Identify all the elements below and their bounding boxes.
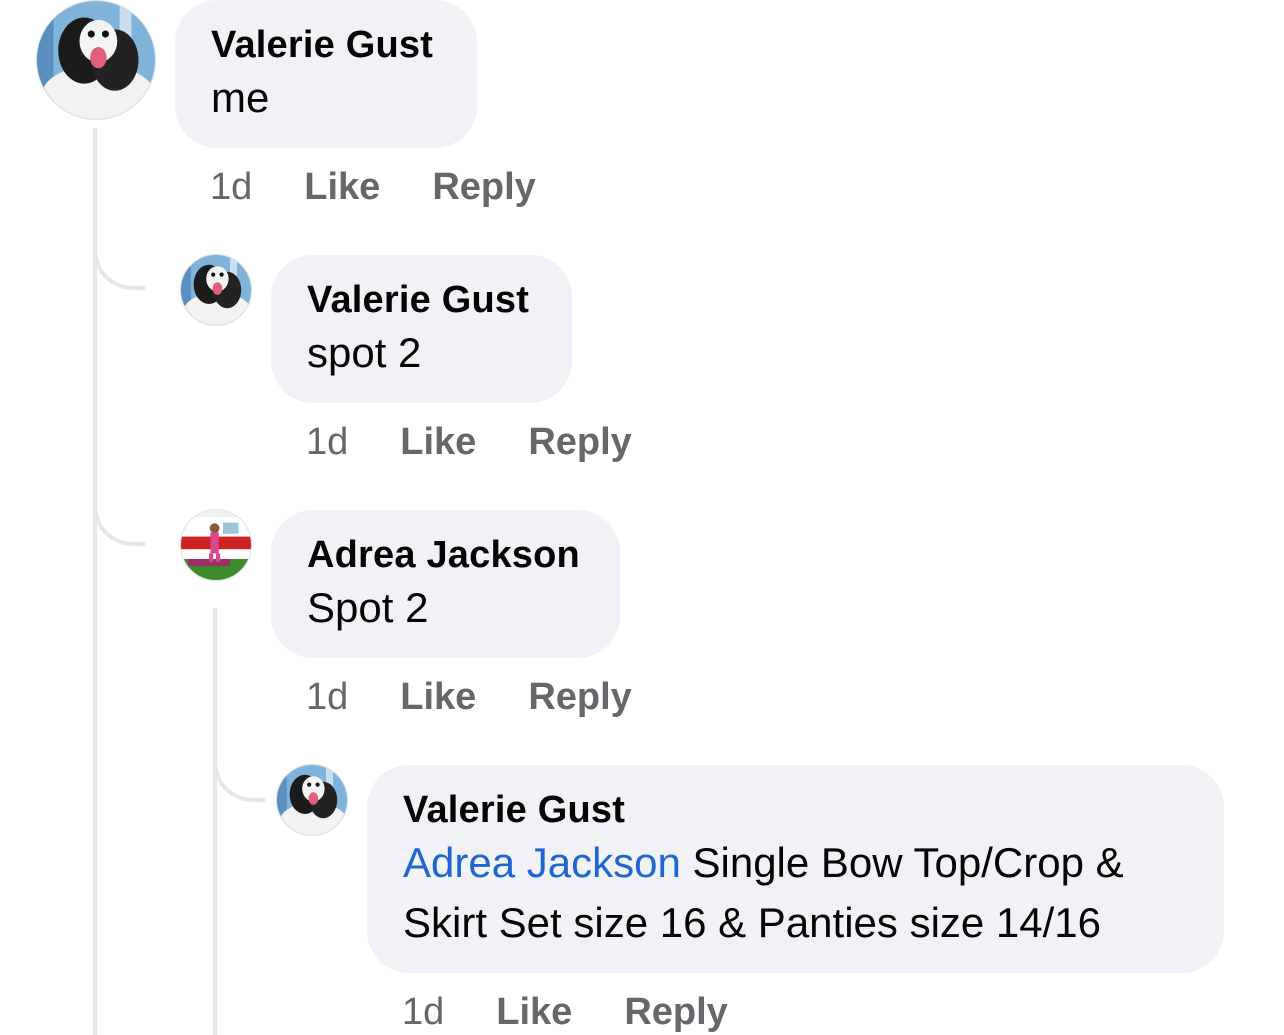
- mention-link[interactable]: Adrea Jackson: [403, 839, 681, 886]
- dog-avatar-icon: [181, 255, 251, 325]
- reply-button[interactable]: Reply: [528, 421, 631, 464]
- dog-avatar-icon: [37, 1, 155, 119]
- thread-connector: [93, 250, 145, 290]
- avatar[interactable]: [180, 254, 252, 326]
- comment-text: Spot 2: [307, 584, 429, 631]
- comment-bubble[interactable]: Valerie Gust me: [175, 0, 477, 148]
- dog-avatar-icon: [277, 765, 347, 835]
- comment-time[interactable]: 1d: [210, 166, 252, 209]
- comment-text: Adrea Jackson Single Bow Top/Crop &: [403, 833, 1188, 893]
- comment-bubble[interactable]: Adrea Jackson Spot 2: [271, 510, 620, 658]
- like-button[interactable]: Like: [400, 676, 476, 719]
- comment-bubble[interactable]: Valerie Gust Adrea Jackson Single Bow To…: [367, 765, 1224, 973]
- avatar[interactable]: [36, 0, 156, 120]
- comment-author[interactable]: Valerie Gust: [403, 787, 1188, 833]
- thread-connector: [213, 762, 265, 802]
- comment-text: me: [211, 74, 270, 121]
- avatar[interactable]: [276, 764, 348, 836]
- comment-time[interactable]: 1d: [306, 421, 348, 464]
- child-camper-avatar-icon: [181, 510, 251, 580]
- reply-button[interactable]: Reply: [528, 676, 631, 719]
- comment-author[interactable]: Adrea Jackson: [307, 532, 584, 578]
- comment-actions: 1d Like Reply: [306, 421, 632, 464]
- comment-actions: 1d Like Reply: [306, 676, 632, 719]
- like-button[interactable]: Like: [304, 166, 380, 209]
- comment-text-line: Skirt Set size 16 & Panties size 14/16: [403, 899, 1102, 946]
- comment-author[interactable]: Valerie Gust: [211, 22, 441, 68]
- comment-text-line: Single Bow Top/Crop &: [680, 839, 1124, 886]
- reply-button[interactable]: Reply: [624, 991, 727, 1034]
- like-button[interactable]: Like: [496, 991, 572, 1034]
- comment-time[interactable]: 1d: [402, 991, 444, 1034]
- thread-connector: [93, 506, 145, 546]
- thread-line-nested: [213, 608, 217, 1035]
- comment-bubble[interactable]: Valerie Gust spot 2: [271, 255, 572, 403]
- comment-actions: 1d Like Reply: [402, 991, 728, 1034]
- comment-text: spot 2: [307, 329, 422, 376]
- reply-button[interactable]: Reply: [432, 166, 535, 209]
- comment-time[interactable]: 1d: [306, 676, 348, 719]
- like-button[interactable]: Like: [400, 421, 476, 464]
- comment-actions: 1d Like Reply: [210, 166, 536, 209]
- avatar[interactable]: [180, 509, 252, 581]
- comment-author[interactable]: Valerie Gust: [307, 277, 536, 323]
